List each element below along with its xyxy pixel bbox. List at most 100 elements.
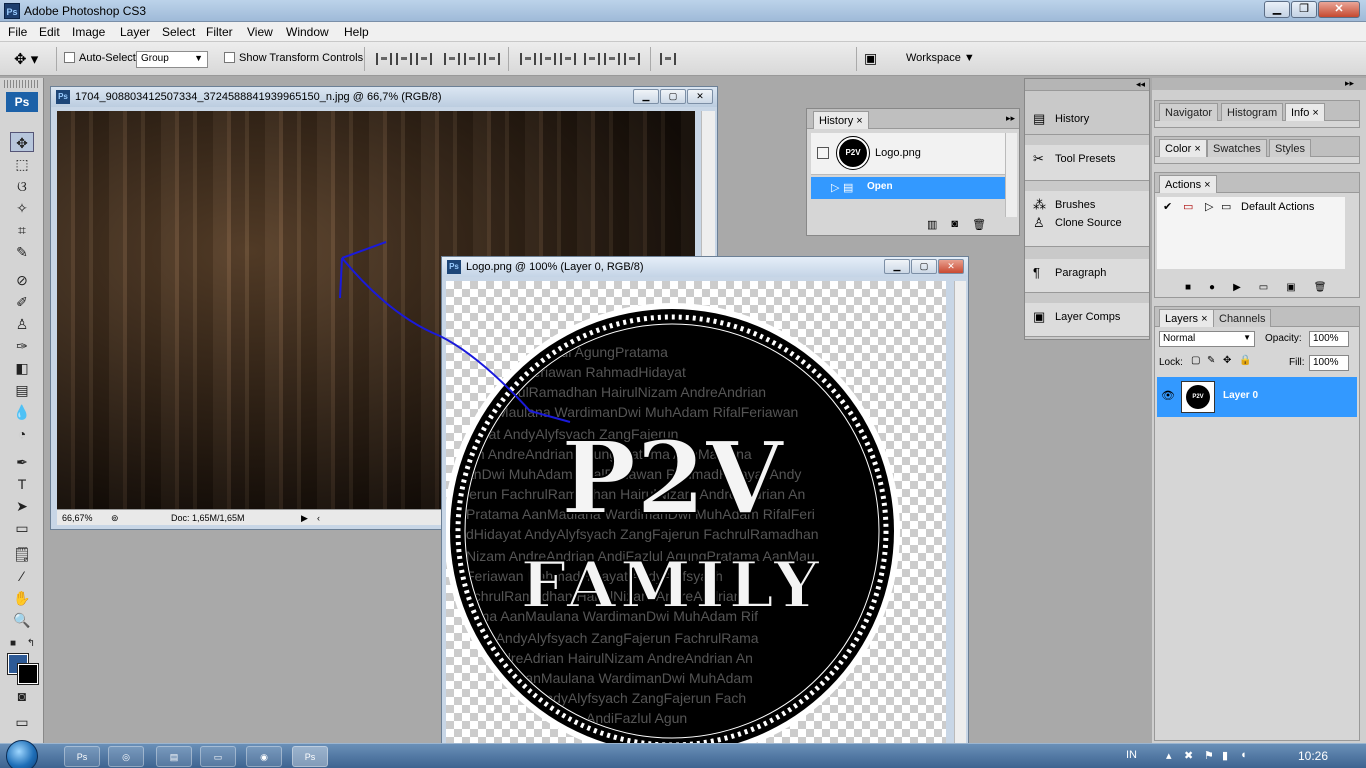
history-brush-source-icon[interactable] <box>817 147 829 159</box>
action-expand-icon[interactable]: ▷ <box>1205 200 1213 213</box>
tab-histogram[interactable]: Histogram <box>1221 103 1284 121</box>
layer-row[interactable]: 👁 P2V Layer 0 <box>1157 377 1357 417</box>
distribute-bottom-icon[interactable] <box>560 53 576 65</box>
taskbar-photoshop-icon[interactable]: Ps <box>64 746 100 767</box>
new-snapshot-icon[interactable]: ◙ <box>951 218 958 231</box>
menu-edit[interactable]: Edit <box>39 25 60 39</box>
align-vcenter-icon[interactable] <box>396 53 412 65</box>
tab-styles[interactable]: Styles <box>1269 139 1311 157</box>
language-indicator[interactable]: IN <box>1126 749 1137 761</box>
align-hcenter-icon[interactable] <box>464 53 480 65</box>
history-snapshot-row[interactable]: P2V Logo.png <box>811 133 1007 175</box>
action-center-icon[interactable]: ⚑ <box>1204 749 1214 762</box>
tab-layers[interactable]: Layers × <box>1159 309 1214 327</box>
shape-tool-icon[interactable]: ▭ <box>10 518 34 538</box>
taskbar-folder-icon[interactable]: ▭ <box>200 746 236 767</box>
new-set-icon[interactable]: ▭ <box>1259 282 1268 293</box>
history-scrollbar[interactable] <box>1005 133 1017 217</box>
brush-tool-icon[interactable]: ✐ <box>10 292 34 312</box>
action-set-row[interactable]: ✔ ▭ ▷ ▭ Default Actions <box>1161 200 1345 216</box>
history-tab[interactable]: History × <box>813 111 869 129</box>
doc-close-button[interactable]: ✕ <box>687 89 713 104</box>
tab-color[interactable]: Color × <box>1159 139 1207 157</box>
auto-select-checkbox[interactable]: Auto-Select: <box>64 52 139 64</box>
taskbar-photoshop-active-icon[interactable]: Ps <box>292 746 328 767</box>
align-top-icon[interactable] <box>376 53 392 65</box>
tab-swatches[interactable]: Swatches <box>1207 139 1267 157</box>
dock-brushes-label[interactable]: Brushes <box>1055 199 1095 211</box>
distribute-top-icon[interactable] <box>520 53 536 65</box>
menu-layer[interactable]: Layer <box>120 25 150 39</box>
action-dialog-toggle-icon[interactable]: ▭ <box>1183 200 1193 213</box>
magic-wand-tool-icon[interactable]: ✧ <box>10 198 34 218</box>
taskbar-app-icon[interactable]: ◎ <box>108 746 144 767</box>
path-selection-icon[interactable]: ➤ <box>10 496 34 516</box>
restore-button[interactable]: ❐ <box>1291 1 1317 18</box>
tray-expand-icon[interactable]: ▴ <box>1166 749 1172 762</box>
panel-menu-icon[interactable]: ▸▸ <box>1006 113 1015 124</box>
new-document-from-state-icon[interactable]: ▥ <box>927 218 937 231</box>
tab-actions[interactable]: Actions × <box>1159 175 1217 193</box>
taskbar-chrome-icon[interactable]: ◉ <box>246 746 282 767</box>
clock[interactable]: 10:26 <box>1298 749 1328 763</box>
lasso-tool-icon[interactable]: ଓ <box>10 176 34 196</box>
doc-minimize-button[interactable]: ▁ <box>633 89 659 104</box>
doc-window-titlebar[interactable]: Ps 1704_908803412507334_3724588841939965… <box>51 87 717 107</box>
background-color-swatch[interactable] <box>17 663 39 685</box>
network-icon[interactable]: ✖ <box>1184 749 1193 762</box>
status-info-icon[interactable]: ⊚ <box>111 513 119 524</box>
new-action-icon[interactable]: ▣ <box>1286 282 1295 293</box>
lock-transparency-icon[interactable]: ▢ <box>1191 355 1200 366</box>
menu-filter[interactable]: Filter <box>206 25 233 39</box>
toolbox-ps-logo[interactable]: Ps <box>6 92 38 112</box>
hscroll-left-icon[interactable]: ‹ <box>317 513 320 523</box>
eraser-tool-icon[interactable]: ◧ <box>10 358 34 378</box>
menu-window[interactable]: Window <box>286 25 329 39</box>
history-step-row[interactable]: ▷ ▤ Open <box>811 177 1007 199</box>
align-right-icon[interactable] <box>484 53 500 65</box>
crop-tool-icon[interactable]: ⌗ <box>10 220 34 240</box>
show-transform-checkbox[interactable]: Show Transform Controls <box>224 52 363 64</box>
workspace-button[interactable]: Workspace ▼ <box>906 52 975 64</box>
hand-tool-icon[interactable]: ✋ <box>10 588 34 608</box>
distribute-vcenter-icon[interactable] <box>540 53 556 65</box>
start-button[interactable] <box>6 740 38 768</box>
distribute-right-icon[interactable] <box>624 53 640 65</box>
quick-mask-icon[interactable]: ◙ <box>10 686 34 706</box>
tab-info[interactable]: Info × <box>1285 103 1325 121</box>
opacity-input[interactable]: 100% <box>1309 331 1349 347</box>
history-brush-icon[interactable]: ✑ <box>10 336 34 356</box>
align-bottom-icon[interactable] <box>416 53 432 65</box>
lock-position-icon[interactable]: ✥ <box>1223 355 1231 366</box>
distribute-left-icon[interactable] <box>584 53 600 65</box>
lock-all-icon[interactable]: 🔒 <box>1239 355 1251 366</box>
screen-mode-icon[interactable]: ▭ <box>10 712 34 732</box>
volume-icon[interactable]: ◖ <box>1240 749 1247 761</box>
notes-tool-icon[interactable]: 🗒 <box>10 544 34 564</box>
auto-align-layers-icon[interactable] <box>660 53 676 65</box>
dock-grip[interactable]: ◂◂ <box>1025 79 1149 91</box>
healing-brush-icon[interactable]: ⊘ <box>10 270 34 290</box>
dock-layer-comps-button[interactable]: ▣ Layer Comps <box>1025 303 1149 337</box>
status-menu-arrow-icon[interactable]: ▶ <box>301 513 308 524</box>
tray-app-icon[interactable]: ▮ <box>1222 749 1228 762</box>
toolbox-grip[interactable] <box>4 80 39 88</box>
zoom-tool-icon[interactable]: 🔍 <box>10 610 34 630</box>
menu-image[interactable]: Image <box>72 25 105 39</box>
doc2-close-button[interactable]: ✕ <box>938 259 964 274</box>
lock-image-icon[interactable]: ✎ <box>1207 355 1215 366</box>
menu-view[interactable]: View <box>247 25 273 39</box>
dock-clone-source-label[interactable]: Clone Source <box>1055 217 1122 229</box>
marquee-tool-icon[interactable]: ⬚ <box>10 154 34 174</box>
tab-channels[interactable]: Channels <box>1213 309 1272 327</box>
type-tool-icon[interactable]: T <box>10 474 34 494</box>
default-colors-icon[interactable]: ■ <box>6 634 20 654</box>
record-icon[interactable]: ● <box>1209 282 1215 293</box>
blend-mode-dropdown[interactable]: Normal ▼ <box>1159 331 1255 347</box>
play-icon[interactable]: ▶ <box>1233 282 1241 293</box>
delete-state-icon[interactable]: 🗑 <box>972 218 986 231</box>
close-button[interactable]: ✕ <box>1318 1 1360 18</box>
align-left-icon[interactable] <box>444 53 460 65</box>
blur-tool-icon[interactable]: 💧 <box>10 402 34 422</box>
doc2-minimize-button[interactable]: ▁ <box>884 259 910 274</box>
